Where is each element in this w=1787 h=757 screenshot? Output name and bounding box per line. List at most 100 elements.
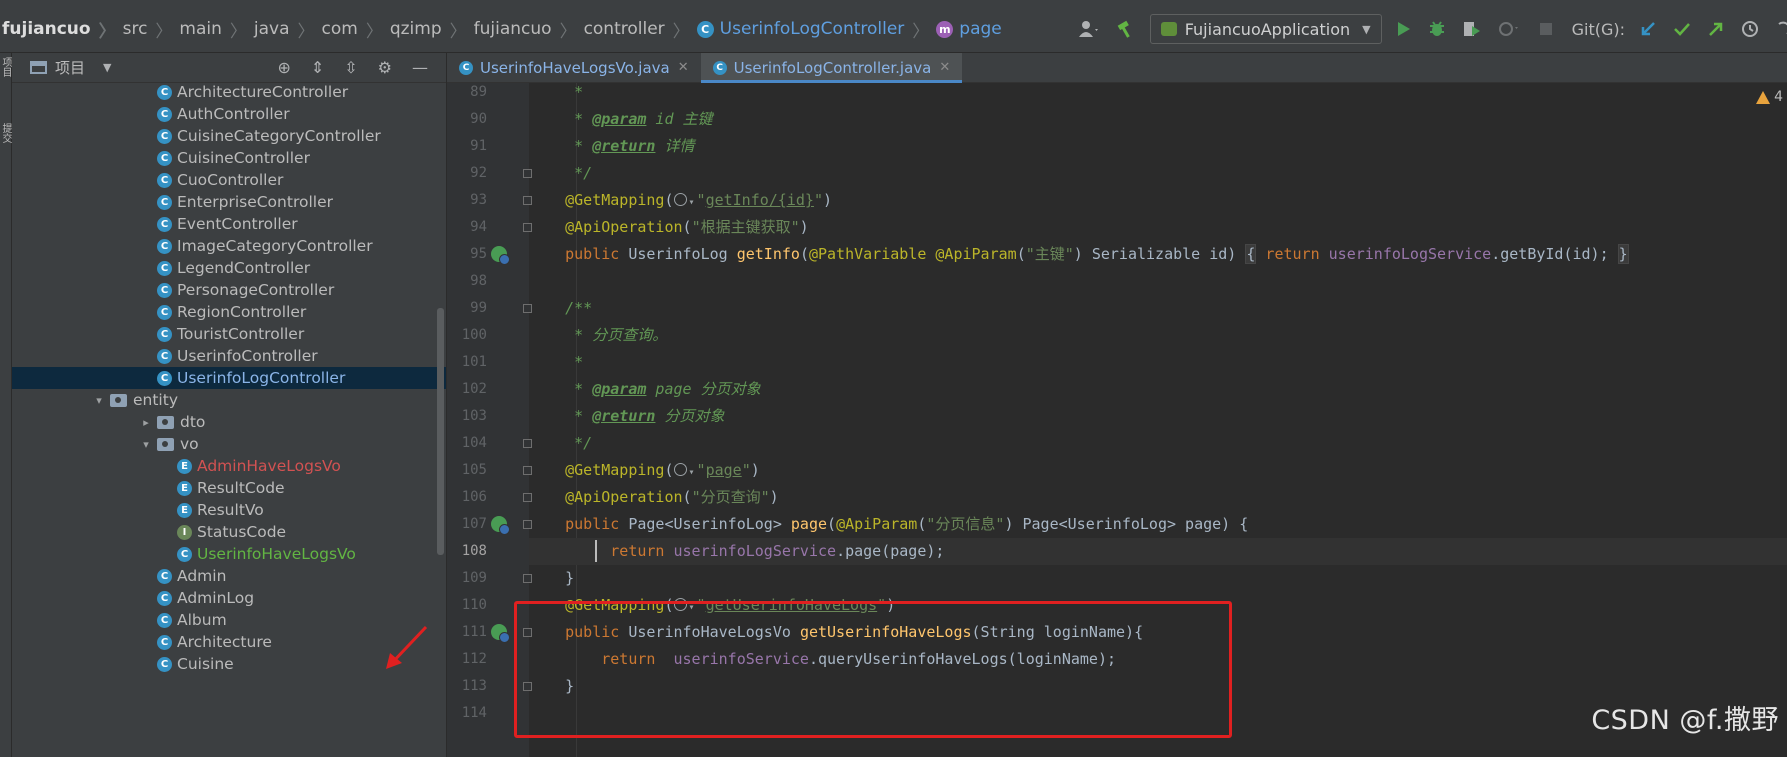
git-update-icon[interactable] [1639, 20, 1657, 38]
code-line[interactable]: */ [529, 160, 1787, 187]
close-icon[interactable]: ✕ [939, 60, 950, 75]
run-config-selector[interactable]: FujiancuoApplication ▼ [1149, 14, 1382, 44]
breadcrumb-item[interactable]: main 〉 [179, 17, 246, 42]
globe-icon[interactable] [673, 463, 687, 476]
commit-tool-label[interactable]: 提交 [0, 123, 11, 143]
code-line[interactable]: * 分页查询。 [529, 322, 1787, 349]
code-line[interactable]: @ApiOperation("分页查询") [529, 484, 1787, 511]
breadcrumb-item[interactable]: src 〉 [123, 17, 173, 42]
code-line[interactable]: * @return 详情 [529, 133, 1787, 160]
editor-tab[interactable]: C UserinfoHaveLogsVo.java ✕ [447, 53, 701, 82]
chevron-down-icon[interactable]: ▾ [88, 394, 110, 407]
tree-item[interactable]: E ResultVo [12, 499, 446, 521]
breadcrumb-item[interactable]: java 〉 [254, 17, 315, 42]
chevron-down-icon: ▾ [688, 467, 695, 478]
tree-item[interactable]: C ArchitectureController [12, 83, 446, 103]
tree-item[interactable]: C Admin [12, 565, 446, 587]
tree-item[interactable]: C RegionController [12, 301, 446, 323]
breadcrumb-item[interactable]: m page [936, 19, 1002, 39]
code-line[interactable]: } [529, 565, 1787, 592]
tree-item[interactable]: ▾ entity [12, 389, 446, 411]
debug-icon[interactable] [1428, 20, 1446, 38]
tree-item[interactable]: C UserinfoHaveLogsVo [12, 543, 446, 565]
tree-item[interactable]: C PersonageController [12, 279, 446, 301]
minimize-icon[interactable]: — [412, 58, 428, 77]
tree-item[interactable]: C UserinfoLogController [12, 367, 446, 389]
tree-item[interactable]: C CuoController [12, 169, 446, 191]
code-line[interactable]: @ApiOperation("根据主键获取") [529, 214, 1787, 241]
code-line[interactable]: public UserinfoLog getInfo(@PathVariable… [529, 241, 1787, 268]
history-icon[interactable] [1741, 20, 1759, 38]
code-line[interactable] [529, 268, 1787, 295]
scrollbar[interactable] [437, 308, 444, 555]
breadcrumb-item[interactable]: com 〉 [322, 17, 383, 42]
code-token: "主键" [1025, 245, 1074, 263]
code-line[interactable]: * [529, 349, 1787, 376]
run-gutter-icon[interactable] [491, 516, 510, 535]
code-line[interactable]: /** [529, 295, 1787, 322]
tree-item[interactable]: I StatusCode [12, 521, 446, 543]
chevron-down-icon[interactable]: ▼ [103, 61, 111, 74]
close-icon[interactable]: ✕ [678, 60, 689, 75]
tree-item-label: CuisineCategoryController [177, 127, 381, 145]
tree-item[interactable]: E AdminHaveLogsVo [12, 455, 446, 477]
tree-item[interactable]: C CuisineController [12, 147, 446, 169]
stop-icon[interactable] [1538, 21, 1554, 37]
tree-item[interactable]: C Album [12, 609, 446, 631]
code-line[interactable]: * @param id 主键 [529, 106, 1787, 133]
code-line[interactable]: public Page<UserinfoLog> page(@ApiParam(… [529, 511, 1787, 538]
coverage-icon[interactable] [1462, 20, 1482, 38]
breadcrumb-item[interactable]: C UserinfoLogController 〉 [696, 17, 929, 42]
project-tool-label[interactable]: 项目 [0, 57, 11, 77]
tree-item[interactable]: C EventController [12, 213, 446, 235]
tree-item[interactable]: ▾ vo [12, 433, 446, 455]
git-commit-icon[interactable] [1673, 20, 1691, 38]
tree-item[interactable]: C TouristController [12, 323, 446, 345]
tree-item[interactable]: C ImageCategoryController [12, 235, 446, 257]
code-line[interactable]: * [529, 83, 1787, 106]
editor-tab[interactable]: C UserinfoLogController.java ✕ [700, 53, 963, 83]
chevron-right-icon[interactable]: ▸ [135, 416, 157, 429]
toolbar: FujiancuoApplication ▼ Git(G): [1070, 6, 1787, 52]
code-line[interactable]: * @param page 分页对象 [529, 376, 1787, 403]
gear-icon[interactable]: ⚙ [378, 58, 392, 77]
locate-icon[interactable]: ⊕ [277, 58, 290, 77]
tree-item[interactable]: C AuthController [12, 103, 446, 125]
code-line[interactable]: return userinfoLogService.page(page); [529, 538, 1787, 565]
tree-item[interactable]: E ResultCode [12, 477, 446, 499]
tree-item[interactable]: C EnterpriseController [12, 191, 446, 213]
git-push-icon[interactable] [1707, 20, 1725, 38]
code-line[interactable]: @GetMapping(▾ "page") [529, 457, 1787, 484]
tree-item[interactable]: C AdminLog [12, 587, 446, 609]
tree-item[interactable]: C CuisineCategoryController [12, 125, 446, 147]
code-line[interactable]: * @return 分页对象 [529, 403, 1787, 430]
tree-item[interactable]: ▸ dto [12, 411, 446, 433]
code-line[interactable]: */ [529, 430, 1787, 457]
run-icon[interactable] [1396, 20, 1412, 38]
code-line[interactable]: @GetMapping(▾ "getInfo/{id}") [529, 187, 1787, 214]
breadcrumb-item[interactable]: controller 〉 [584, 17, 690, 42]
tree-item-label: CuoController [177, 171, 284, 189]
tree-item-label: ResultVo [197, 501, 264, 519]
user-icon[interactable] [1078, 20, 1100, 38]
chevron-down-icon[interactable]: ▾ [135, 438, 157, 451]
collapse-all-icon[interactable]: ⇳ [344, 58, 357, 77]
breadcrumb-item[interactable]: qzimp 〉 [390, 17, 467, 42]
rollback-icon[interactable] [1775, 20, 1787, 38]
breadcrumb-label: qzimp [389, 19, 442, 39]
breadcrumb-item[interactable]: fujiancuo 〉 [474, 17, 577, 42]
globe-icon[interactable] [673, 193, 687, 206]
profile-icon[interactable] [1498, 20, 1522, 38]
run-gutter-icon[interactable] [491, 246, 510, 265]
expand-all-icon[interactable]: ⇕ [311, 58, 324, 77]
tree-item[interactable]: C Cuisine [12, 653, 446, 675]
tree-item-label: AdminLog [177, 589, 255, 607]
run-gutter-icon[interactable] [491, 624, 510, 643]
tree-item[interactable]: C Architecture [12, 631, 446, 653]
package-folder-icon [157, 437, 174, 451]
tree-item[interactable]: C UserinfoController [12, 345, 446, 367]
tree-item[interactable]: C LegendController [12, 257, 446, 279]
breadcrumb-item[interactable]: fujiancuo 〉 [2, 17, 116, 42]
class-icon: C [157, 106, 172, 122]
hammer-icon[interactable] [1116, 19, 1136, 39]
